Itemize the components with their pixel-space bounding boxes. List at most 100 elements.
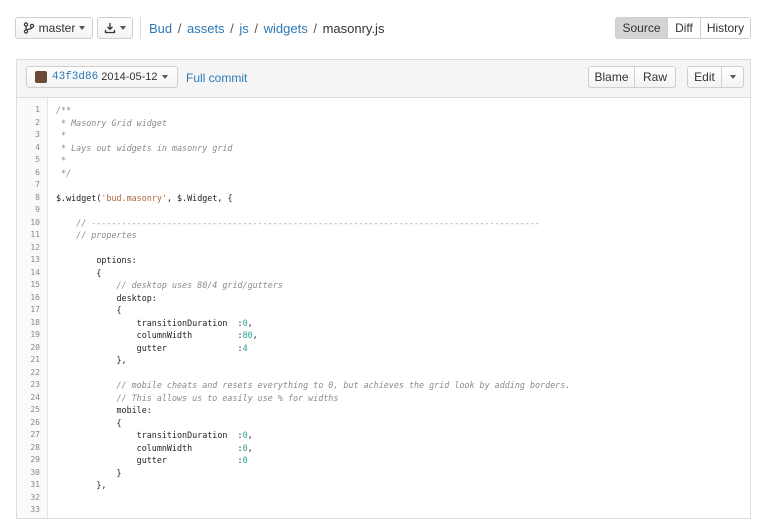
raw-button[interactable]: Raw (634, 66, 676, 88)
code-text: // mobile cheats and resets everything t… (56, 379, 571, 392)
breadcrumb-link-widgets[interactable]: widgets (264, 21, 308, 36)
line-number[interactable]: 13 (17, 254, 40, 267)
line-number[interactable]: 17 (17, 304, 40, 317)
code-text: { (56, 417, 122, 430)
line-number[interactable]: 32 (17, 492, 40, 505)
diff-view-button[interactable]: Diff (667, 17, 701, 39)
line-number[interactable]: 16 (17, 292, 40, 305)
full-commit-link[interactable]: Full commit (186, 71, 247, 85)
code-line: 19 columnWidth :80, (17, 329, 750, 342)
breadcrumb: Bud / assets / js / widgets / masonry.js (149, 21, 384, 36)
commit-date: 2014-05-12 (101, 71, 158, 83)
chevron-down-icon (729, 75, 736, 79)
code-text: options: (56, 254, 137, 267)
line-number[interactable]: 19 (17, 329, 40, 342)
line-number[interactable]: 18 (17, 317, 40, 330)
code-token: transitionDuration : (56, 317, 243, 328)
file-panel: 43f3d86 2014-05-12 Full commit Blame Raw… (16, 59, 751, 519)
code-line: 25 mobile: (17, 404, 750, 417)
code-text: }, (56, 479, 106, 492)
code-line: 28 columnWidth :0, (17, 442, 750, 455)
code-token: options: (56, 255, 137, 265)
code-line: 23 // mobile cheats and resets everythin… (17, 379, 750, 392)
branch-label: master (38, 21, 76, 35)
line-number[interactable]: 24 (17, 392, 40, 405)
code-text: // -------------------------------------… (56, 217, 540, 230)
line-number[interactable]: 1 (17, 104, 40, 117)
breadcrumb-link-assets[interactable]: assets (187, 21, 225, 36)
breadcrumb-separator: / (226, 21, 238, 36)
line-number[interactable]: 25 (17, 404, 40, 417)
code-line: 6 */ (17, 167, 750, 180)
breadcrumb-separator: / (174, 21, 185, 36)
code-line: 2 * Masonry Grid widget (17, 117, 750, 130)
code-token: */ (56, 167, 72, 178)
code-line: 22 (17, 367, 750, 380)
line-number[interactable]: 3 (17, 129, 40, 142)
current-file-name: masonry.js (322, 21, 385, 36)
download-button[interactable] (97, 17, 133, 39)
branch-selector-button[interactable]: master (15, 17, 93, 39)
code-view[interactable]: 1/** 2 * Masonry Grid widget 3 * 4 * Lays o… (17, 98, 750, 518)
line-number[interactable]: 4 (17, 142, 40, 155)
blame-button[interactable]: Blame (588, 66, 635, 88)
commit-selector-button[interactable]: 43f3d86 2014-05-12 (26, 66, 178, 88)
code-token: columnWidth : (56, 330, 243, 340)
code-token: , (252, 330, 258, 340)
breadcrumb-link-bud[interactable]: Bud (149, 21, 172, 36)
code-token: // mobile cheats and resets everything t… (56, 380, 571, 390)
edit-button[interactable]: Edit (687, 66, 722, 88)
code-token: 0 (242, 455, 248, 465)
history-view-button[interactable]: History (700, 17, 751, 39)
line-number[interactable]: 22 (17, 367, 40, 380)
line-number[interactable]: 21 (17, 354, 40, 367)
code-text: // This allows us to easily use % for wi… (56, 392, 339, 405)
line-number[interactable]: 7 (17, 179, 40, 192)
code-text: * Lays out widgets in masonry grid (56, 142, 232, 155)
breadcrumb-link-js[interactable]: js (239, 21, 248, 36)
code-text: columnWidth :0, (56, 442, 253, 455)
line-number[interactable]: 8 (17, 192, 40, 205)
line-number[interactable]: 27 (17, 429, 40, 442)
code-line: 17 { (17, 304, 750, 317)
code-line: 27 transitionDuration :0, (17, 429, 750, 442)
line-number[interactable]: 28 (17, 442, 40, 455)
code-token: // This allows us to easily use % for wi… (56, 392, 339, 403)
line-number[interactable]: 20 (17, 342, 40, 355)
line-number[interactable]: 14 (17, 267, 40, 280)
code-text: { (56, 304, 122, 317)
line-number[interactable]: 26 (17, 417, 40, 430)
source-view-button[interactable]: Source (615, 17, 668, 39)
line-number[interactable]: 31 (17, 479, 40, 492)
line-number[interactable]: 12 (17, 242, 40, 255)
code-token: 'bud.masonry' (101, 192, 167, 203)
download-icon (104, 23, 116, 34)
code-line: 14 { (17, 267, 750, 280)
line-number[interactable]: 29 (17, 454, 40, 467)
code-line: 16 desktop: (17, 292, 750, 305)
chevron-down-icon (161, 75, 168, 79)
line-number[interactable]: 10 (17, 217, 40, 230)
line-number[interactable]: 23 (17, 379, 40, 392)
code-text: { (56, 267, 101, 280)
line-number[interactable]: 11 (17, 229, 40, 242)
line-number[interactable]: 9 (17, 204, 40, 217)
line-number[interactable]: 30 (17, 467, 40, 480)
edit-options-button[interactable] (721, 66, 744, 88)
line-number[interactable]: 2 (17, 117, 40, 130)
code-token: }, (56, 480, 107, 490)
code-token: , $.Widget, { (166, 192, 233, 203)
line-number[interactable]: 5 (17, 154, 40, 167)
file-header: 43f3d86 2014-05-12 Full commit Blame Raw… (17, 60, 750, 98)
code-line: 4 * Lays out widgets in masonry grid (17, 142, 750, 155)
code-token: , (247, 430, 253, 440)
code-token: columnWidth : (56, 442, 243, 453)
chevron-down-icon (120, 26, 126, 30)
line-number[interactable]: 33 (17, 504, 40, 517)
code-text: }, (56, 354, 127, 367)
code-line: 5 * (17, 154, 750, 167)
code-token: * (56, 130, 67, 140)
line-number[interactable]: 15 (17, 279, 40, 292)
code-token: * Masonry Grid widget (56, 117, 167, 128)
line-number[interactable]: 6 (17, 167, 40, 180)
